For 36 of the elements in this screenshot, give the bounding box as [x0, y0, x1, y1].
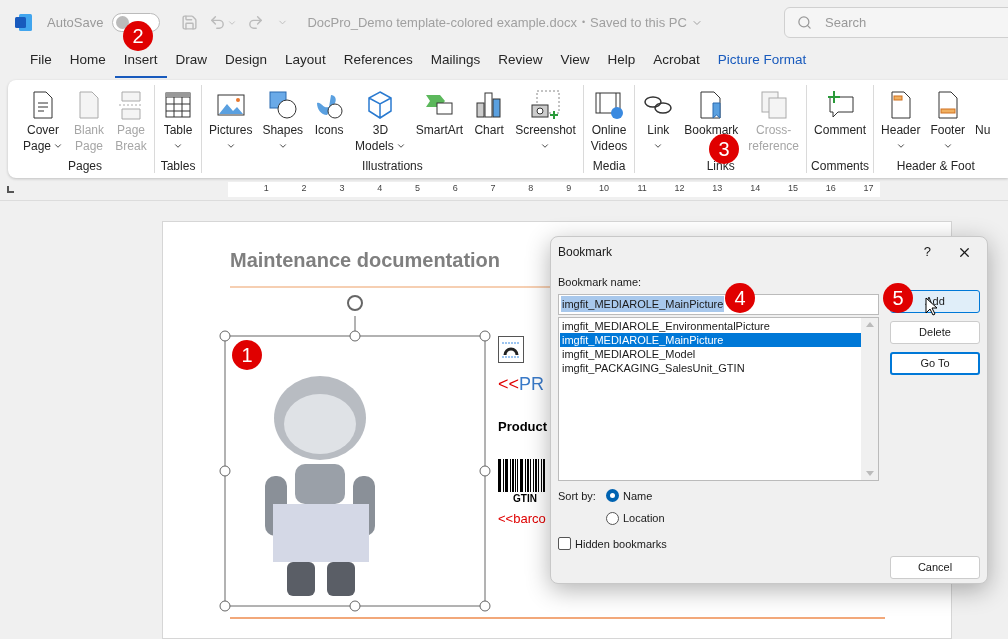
ruler-number: 9 — [565, 182, 572, 196]
group-label: Comments — [811, 158, 870, 175]
callout-tooltip: 2 — [123, 21, 153, 51]
ruler-number: 4 — [376, 182, 383, 196]
ruler-number: 16 — [824, 182, 836, 196]
group-label: Pages — [68, 158, 103, 175]
group-label: Media — [592, 158, 626, 175]
field-label: Bookmark name: — [558, 275, 643, 290]
document-title: DocPro_Demo template-colored example.docx — [307, 13, 577, 32]
dialog-title: Bookmark — [558, 244, 613, 261]
barcode-caption: GTIN — [513, 492, 537, 505]
product-label: Product — [498, 418, 548, 436]
ruler-number: 12 — [673, 182, 685, 196]
ruler-number: 14 — [749, 182, 761, 196]
ruler-number: 5 — [413, 182, 420, 196]
ruler-number: 1 — [262, 182, 269, 196]
ruler-number: 17 — [862, 182, 874, 196]
ruler-number: 3 — [338, 182, 345, 196]
save-status: Saved to this PC — [590, 13, 687, 32]
ruler-number: 11 — [636, 182, 647, 196]
autosave-label: AutoSave — [47, 13, 104, 32]
ruler-number: 8 — [527, 182, 534, 196]
ruler-number: 13 — [711, 182, 723, 196]
ruler-number: 6 — [451, 182, 458, 196]
ruler-number: 10 — [597, 182, 609, 196]
ruler-number: 7 — [489, 182, 496, 196]
sort-label: Sort by: — [558, 488, 597, 504]
ruler-number: 2 — [300, 182, 307, 196]
title-separator: • — [581, 15, 586, 29]
merge-field: <<PR — [498, 373, 545, 395]
group-label: Header & Foot — [896, 158, 975, 175]
document-heading: Maintenance documentation — [230, 248, 501, 272]
group-label: Illustrations — [362, 158, 423, 175]
barcode-field: <<barco — [498, 508, 546, 528]
ruler-number: 15 — [786, 182, 798, 196]
group-label: Tables — [160, 158, 196, 175]
